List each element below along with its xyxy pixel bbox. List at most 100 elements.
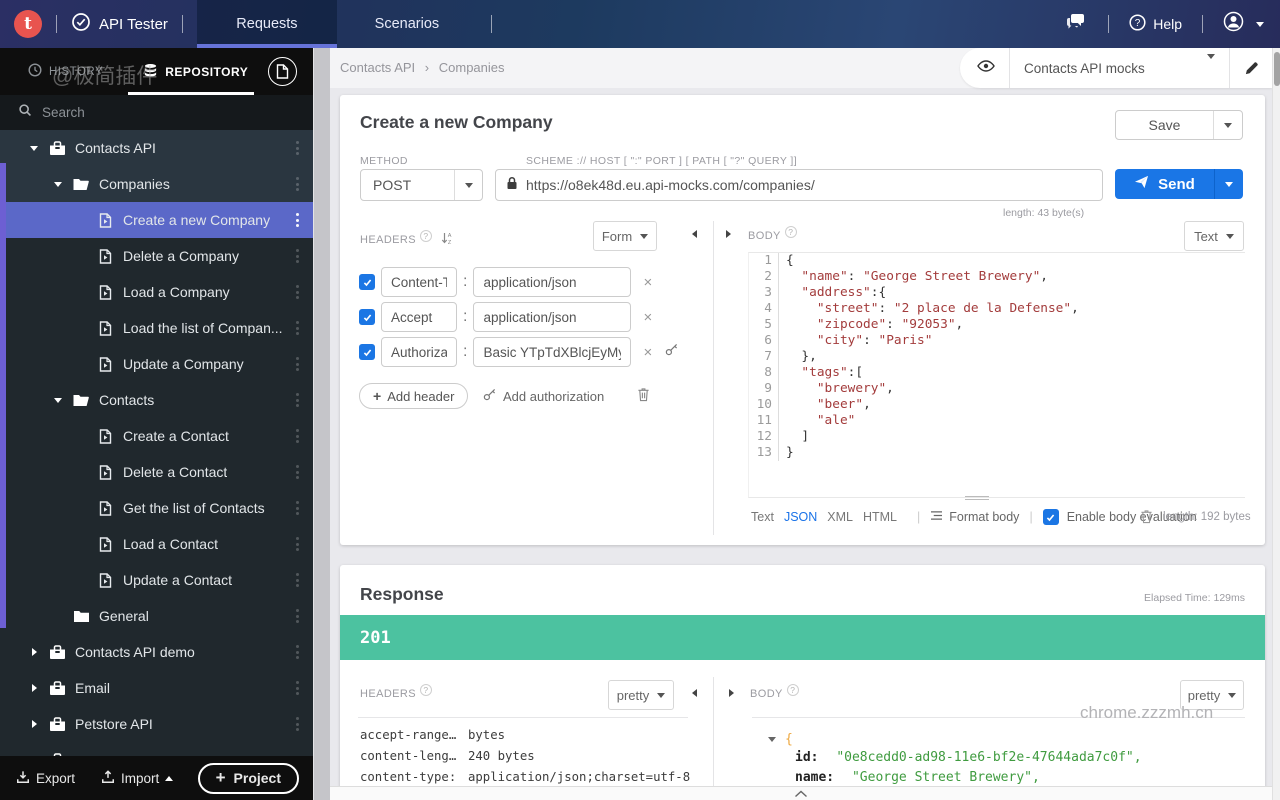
help-icon[interactable]: ? — [420, 230, 432, 242]
kebab-menu-icon[interactable] — [296, 285, 299, 299]
caret-down-icon[interactable] — [26, 146, 42, 151]
header-value-input[interactable] — [473, 267, 631, 297]
environment-chevron-down-icon[interactable] — [1207, 59, 1215, 77]
expand-right-chevron-icon[interactable] — [726, 230, 731, 238]
save-options-caret[interactable] — [1213, 111, 1242, 139]
remove-header-icon[interactable]: × — [643, 274, 652, 291]
kebab-menu-icon[interactable] — [296, 645, 299, 659]
sidebar-item-petstore-api[interactable]: Petstore API — [0, 706, 313, 742]
search-input[interactable] — [42, 105, 262, 120]
body-mode-text[interactable]: Text — [751, 510, 774, 524]
sidebar-item-delete-a-company[interactable]: Delete a Company — [0, 238, 313, 274]
help-icon[interactable]: ? — [785, 226, 797, 238]
sidebar-item-contacts[interactable]: Contacts — [0, 382, 313, 418]
sidebar-item-companies[interactable]: Companies — [0, 166, 313, 202]
sidebar-item-item[interactable] — [0, 742, 313, 756]
eye-icon[interactable] — [977, 59, 995, 78]
import-button[interactable]: Import — [101, 770, 173, 787]
sidebar-item-contacts-api-demo[interactable]: Contacts API demo — [0, 634, 313, 670]
kebab-menu-icon[interactable] — [296, 465, 299, 479]
body-evaluation-checkbox[interactable] — [1043, 509, 1059, 525]
remove-header-icon[interactable]: × — [643, 309, 652, 326]
sidebar-item-update-a-contact[interactable]: Update a Contact — [0, 562, 313, 598]
header-value-input[interactable] — [473, 302, 631, 332]
sidebar-item-get-the-list-of-contacts[interactable]: Get the list of Contacts — [0, 490, 313, 526]
format-body-button[interactable]: Format body — [930, 510, 1019, 524]
header-enabled-checkbox[interactable] — [359, 274, 375, 290]
tab-requests[interactable]: Requests — [197, 0, 337, 48]
caret-down-icon[interactable] — [50, 398, 66, 403]
new-request-button[interactable] — [268, 57, 297, 86]
kebab-menu-icon[interactable] — [296, 501, 299, 515]
expand-right-chevron-icon[interactable] — [729, 689, 734, 697]
vertical-scrollbar[interactable] — [1272, 48, 1280, 800]
clear-headers-trash-icon[interactable] — [637, 387, 650, 407]
bottom-scroll-strip[interactable] — [330, 786, 1272, 800]
remove-header-icon[interactable]: × — [643, 344, 652, 361]
caret-down-icon[interactable] — [50, 182, 66, 187]
body-mode-xml[interactable]: XML — [827, 510, 853, 524]
chat-icon[interactable] — [1066, 13, 1088, 36]
kebab-menu-icon[interactable] — [296, 249, 299, 263]
clear-body-trash-icon[interactable] — [1140, 509, 1153, 529]
kebab-menu-icon[interactable] — [296, 321, 299, 335]
environment-name[interactable]: Contacts API mocks — [1024, 61, 1207, 76]
help-icon[interactable]: ? — [787, 684, 799, 696]
send-options-caret[interactable] — [1214, 169, 1243, 199]
header-name-input[interactable] — [381, 302, 457, 332]
sidebar-item-general[interactable]: General — [0, 598, 313, 634]
tab-repository[interactable]: REPOSITORY — [143, 63, 248, 81]
body-mode-html[interactable]: HTML — [863, 510, 897, 524]
body-mode-json[interactable]: JSON — [784, 510, 817, 524]
account-icon[interactable] — [1223, 11, 1244, 37]
editor-resize-handle[interactable] — [965, 496, 989, 500]
app-logo[interactable]: t — [14, 10, 42, 38]
header-value-input[interactable] — [473, 337, 631, 367]
kebab-menu-icon[interactable] — [296, 177, 299, 191]
sidebar-item-create-a-contact[interactable]: Create a Contact — [0, 418, 313, 454]
sidebar-item-contacts-api[interactable]: Contacts API — [0, 130, 313, 166]
url-input[interactable] — [526, 177, 1086, 193]
collapse-node-caret-icon[interactable] — [768, 737, 776, 742]
kebab-menu-icon[interactable] — [296, 357, 299, 371]
kebab-menu-icon[interactable] — [296, 141, 299, 155]
body-type-dropdown[interactable]: Text — [1184, 221, 1244, 251]
help-button[interactable]: ? Help — [1129, 14, 1182, 34]
response-body-json[interactable]: { id: "0e8cedd0-ad98-11e6-bf2e-47644ada7… — [752, 730, 1245, 786]
header-name-input[interactable] — [381, 267, 457, 297]
key-icon[interactable] — [665, 343, 678, 361]
breadcrumb-parent[interactable]: Contacts API — [340, 60, 415, 75]
kebab-menu-icon[interactable] — [296, 213, 299, 227]
caret-right-icon[interactable] — [26, 720, 42, 728]
breadcrumb-current[interactable]: Companies — [439, 60, 505, 75]
response-headers-view-dropdown[interactable]: pretty — [608, 680, 674, 710]
body-editor[interactable]: 1{2 "name": "George Street Brewery",3 "a… — [748, 252, 1245, 498]
save-button[interactable]: Save — [1115, 110, 1243, 140]
help-icon[interactable]: ? — [420, 684, 432, 696]
edit-environment-pencil-icon[interactable] — [1230, 61, 1272, 76]
sidebar-item-email[interactable]: Email — [0, 670, 313, 706]
sort-az-icon[interactable]: AZ — [441, 236, 453, 248]
sidebar-item-load-a-company[interactable]: Load a Company — [0, 274, 313, 310]
kebab-menu-icon[interactable] — [296, 717, 299, 731]
header-name-input[interactable] — [381, 337, 457, 367]
kebab-menu-icon[interactable] — [296, 573, 299, 587]
collapse-left-chevron-icon[interactable] — [692, 230, 697, 238]
caret-right-icon[interactable] — [26, 684, 42, 692]
add-project-button[interactable]: + Project — [198, 763, 299, 794]
kebab-menu-icon[interactable] — [296, 609, 299, 623]
sidebar-resize-gutter[interactable] — [313, 48, 330, 800]
headers-view-dropdown[interactable]: Form — [593, 221, 657, 251]
method-select[interactable]: POST — [360, 169, 483, 201]
add-header-button[interactable]: + Add header — [359, 383, 468, 409]
scroll-up-chevron-icon[interactable] — [794, 790, 808, 798]
send-button[interactable]: Send — [1115, 169, 1243, 199]
add-authorization-link[interactable]: Add authorization — [483, 388, 604, 404]
sidebar-item-load-a-contact[interactable]: Load a Contact — [0, 526, 313, 562]
collapse-left-chevron-icon[interactable] — [692, 689, 697, 697]
header-enabled-checkbox[interactable] — [359, 344, 375, 360]
kebab-menu-icon[interactable] — [296, 537, 299, 551]
sidebar-item-delete-a-contact[interactable]: Delete a Contact — [0, 454, 313, 490]
export-button[interactable]: Export — [16, 770, 75, 787]
header-enabled-checkbox[interactable] — [359, 309, 375, 325]
